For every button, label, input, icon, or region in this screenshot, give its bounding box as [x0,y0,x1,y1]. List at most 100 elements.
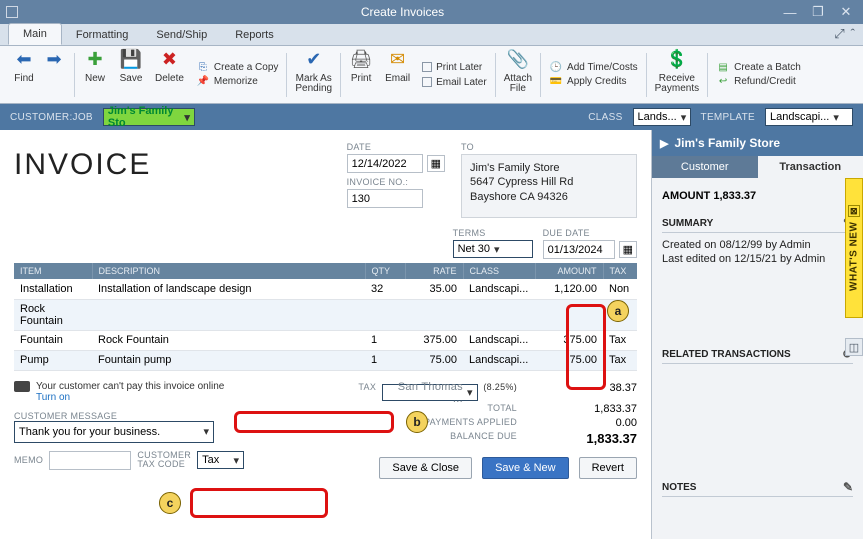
class-select[interactable]: Lands...▾ [633,108,691,126]
created-on-text: Created on 08/12/99 by Admin [662,239,853,251]
tab-reports[interactable]: Reports [221,25,288,45]
line-items-table[interactable]: ITEM DESCRIPTION QTY RATE CLASS AMOUNT T… [14,263,637,371]
edit-notes-icon[interactable]: ✎ [843,480,853,494]
collapse-ribbon-icon[interactable]: ⤢ [834,26,844,42]
document-header-bar: CUSTOMER:JOB Jim's Family Sto▾ CLASS Lan… [0,104,863,130]
ship-to-box[interactable]: Jim's Family Store 5647 Cypress Hill Rd … [461,154,637,218]
class-label: CLASS [588,112,622,123]
calendar-icon[interactable]: ▦ [619,241,637,258]
invoice-title: INVOICE [14,142,151,218]
related-transactions-header: RELATED TRANSACTIONS [662,349,791,360]
arrow-left-icon: ⬅ [12,48,36,72]
customer-tax-code-select[interactable]: Tax▾ [197,451,244,469]
customer-tax-code-label: CUSTOMER TAX CODE [137,451,191,469]
apply-credits-button[interactable]: 💳Apply Credits [549,76,638,88]
close-button[interactable]: ✕ [835,4,857,20]
balance-due: 1,833.37 [547,431,637,446]
chevron-down-icon: ▾ [681,111,687,124]
add-time-costs-button[interactable]: 🕒Add Time/Costs [549,62,638,74]
side-amount: AMOUNT 1,833.37 [662,190,853,202]
invoice-no-label: INVOICE NO.: [347,177,445,187]
email-later-checkbox[interactable]: Email Later [422,76,487,89]
ribbon-up-icon[interactable]: ˆ [851,26,855,42]
ribbon: ⬅Find ➡ ✚New 💾Save ✖Delete ⎘Create a Cop… [0,46,863,104]
chevron-down-icon: ▾ [833,111,839,124]
minimize-button[interactable]: — [779,4,801,20]
tax-amount: 38.37 [547,382,637,402]
last-edited-text: Last edited on 12/15/21 by Admin [662,253,853,265]
clock-icon: 🕒 [549,62,563,74]
window-menu-icon[interactable] [6,6,18,18]
save-icon: 💾 [119,48,143,72]
print-later-checkbox[interactable]: Print Later [422,61,487,74]
customer-message-label: CUSTOMER MESSAGE [14,411,244,421]
email-icon: ✉ [386,48,410,72]
refund-credit-button[interactable]: ↩Refund/Credit [716,76,801,88]
new-button[interactable]: ✚New [77,48,113,102]
email-button[interactable]: ✉Email [379,48,416,102]
batch-icon: ▤ [716,62,730,74]
turn-on-link[interactable]: Turn on [36,392,224,403]
date-input[interactable] [347,154,423,173]
side-panel: ▶Jim's Family Store Customer Transaction… [651,130,863,539]
memo-input[interactable] [49,451,131,470]
save-close-button[interactable]: Save & Close [379,457,472,479]
attach-icon: 📎 [506,48,530,72]
maximize-button[interactable]: ❐ [807,4,829,20]
print-button[interactable]: 🖨Print [343,48,379,102]
save-button[interactable]: 💾Save [113,48,149,102]
summary-header: SUMMARY [662,218,713,229]
tab-sendship[interactable]: Send/Ship [142,25,221,45]
date-label: DATE [347,142,445,152]
receive-payments-button[interactable]: 💲Receive Payments [649,48,705,102]
template-select[interactable]: Landscapi...▾ [765,108,853,126]
tab-formatting[interactable]: Formatting [62,25,143,45]
dollar-icon: 💲 [665,48,689,72]
tab-main[interactable]: Main [8,23,62,45]
invoice-document: INVOICE DATE ▦ INVOICE NO.: TO Jim's Fam [0,130,651,539]
delete-icon: ✖ [157,48,181,72]
whats-new-tab[interactable]: WHAT'S NEW⊠ [845,178,863,318]
side-tab-transaction[interactable]: Transaction [758,156,863,178]
payments-applied: 0.00 [547,417,637,429]
new-icon: ✚ [83,48,107,72]
chevron-down-icon: ▾ [184,111,190,124]
side-badge-icon[interactable]: ◫ [845,338,863,356]
customer-message-select[interactable]: Thank you for your business.▾ [14,421,214,443]
create-copy-button[interactable]: ⎘Create a Copy [196,62,278,74]
customer-job-label: CUSTOMER:JOB [10,112,93,123]
create-batch-button[interactable]: ▤Create a Batch [716,62,801,74]
attach-file-button[interactable]: 📎Attach File [498,48,538,102]
side-panel-title: ▶Jim's Family Store [652,130,863,156]
annotation-box-c [190,488,328,518]
mark-pending-button[interactable]: ✔Mark As Pending [289,48,338,102]
table-row[interactable]: Rock Fountain [14,299,637,330]
delete-button[interactable]: ✖Delete [149,48,190,102]
notes-header: NOTES [662,482,696,493]
copy-memorize-stack: ⎘Create a Copy 📌Memorize [190,62,284,88]
find-next-button[interactable]: ➡ [36,48,72,102]
terms-select[interactable]: Net 30▾ [453,240,533,258]
save-new-button[interactable]: Save & New [482,457,569,479]
online-pay-text: Your customer can't pay this invoice onl… [36,381,224,392]
side-tab-customer[interactable]: Customer [652,156,758,178]
revert-button[interactable]: Revert [579,457,637,479]
annotation-c: c [159,492,181,514]
copy-icon: ⎘ [196,62,210,74]
window-title: Create Invoices [26,5,779,19]
close-whats-new-icon[interactable]: ⊠ [848,205,860,217]
table-row[interactable]: FountainRock Fountain1375.00Landscapi...… [14,330,637,350]
table-row[interactable]: PumpFountain pump175.00Landscapi...75.00… [14,350,637,370]
customer-job-select[interactable]: Jim's Family Sto▾ [103,108,195,126]
calendar-icon[interactable]: ▦ [427,155,445,172]
refund-icon: ↩ [716,76,730,88]
invoice-no-input[interactable] [347,189,423,208]
print-icon: 🖨 [349,48,373,72]
table-row[interactable]: InstallationInstallation of landscape de… [14,279,637,299]
memorize-button[interactable]: 📌Memorize [196,76,278,88]
chevron-right-icon[interactable]: ▶ [660,137,668,150]
card-icon [14,381,30,392]
tax-item-select[interactable]: San Thomas ...▾ [382,384,478,401]
memo-label: MEMO [14,455,43,465]
due-date-input[interactable] [543,240,615,259]
